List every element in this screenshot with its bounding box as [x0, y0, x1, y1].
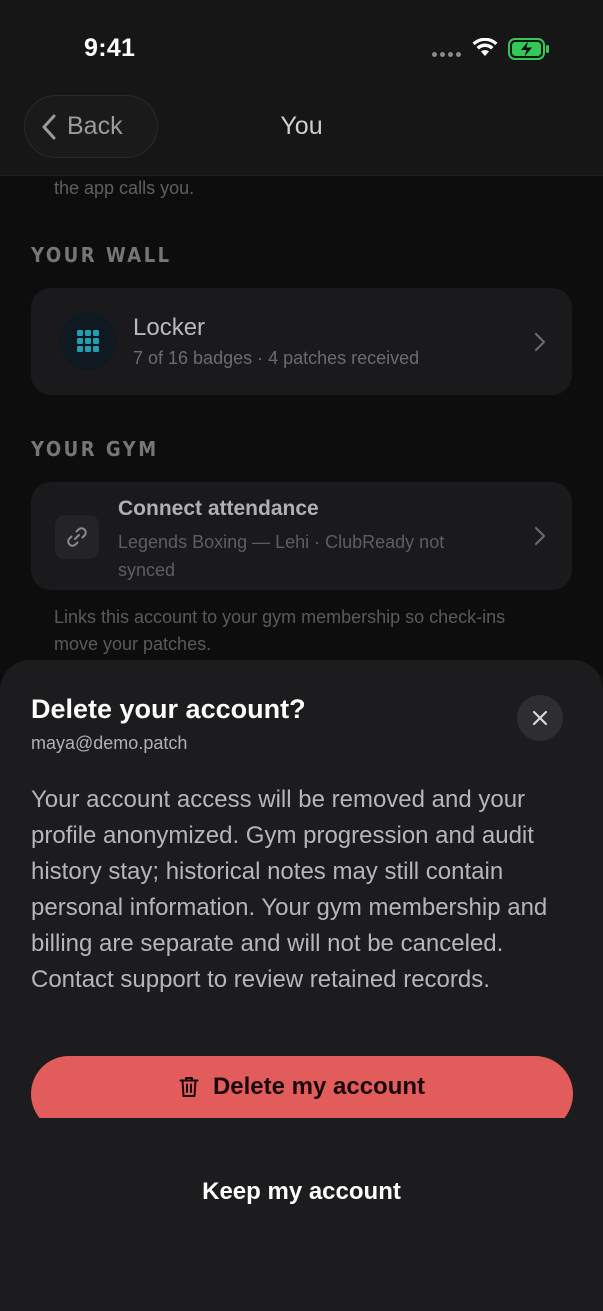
- grid-icon: [59, 312, 117, 370]
- close-icon: [532, 710, 548, 726]
- chevron-right-icon: [534, 332, 546, 352]
- cellular-signal-icon: [432, 52, 461, 57]
- locker-subtitle: 7 of 16 badges · 4 patches received: [133, 348, 420, 368]
- link-icon: [55, 515, 99, 559]
- delete-button-container: Delete my account: [31, 1056, 573, 1118]
- locker-card[interactable]: Locker 7 of 16 badges · 4 patches receiv…: [31, 288, 572, 395]
- connect-attendance-card[interactable]: Connect attendance Legends Boxing — Lehi…: [31, 482, 572, 590]
- wifi-icon: [472, 38, 498, 56]
- keep-account-button[interactable]: Keep my account: [0, 1178, 603, 1206]
- trash-icon: [179, 1077, 199, 1097]
- section-heading-wall: YOUR WALL: [31, 243, 172, 267]
- status-bar: 9:41: [0, 0, 603, 96]
- delete-account-sheet: Delete your account? maya@demo.patch You…: [0, 660, 603, 1311]
- sheet-body-text: Your account access will be removed and …: [31, 786, 548, 993]
- connect-subtitle: Legends Boxing — Lehi · ClubReady not sy…: [118, 532, 445, 580]
- section-heading-gym: YOUR GYM: [31, 437, 159, 461]
- locker-title: Locker: [133, 314, 206, 341]
- close-button[interactable]: [517, 695, 563, 741]
- account-email: maya@demo.patch: [31, 733, 188, 753]
- sheet-title: Delete your account?: [31, 694, 306, 724]
- battery-charging-icon: [508, 38, 549, 60]
- connect-help-text: Links this account to your gym membershi…: [54, 607, 506, 654]
- page-title: You: [280, 112, 323, 140]
- delete-button-label: Delete my account: [212, 1073, 426, 1100]
- delete-account-button[interactable]: Delete my account: [31, 1056, 573, 1118]
- status-time: 9:41: [84, 34, 136, 62]
- connect-title: Connect attendance: [118, 497, 319, 520]
- nav-bar: Back You: [0, 95, 603, 176]
- name-help-text: the app calls you.: [54, 178, 195, 198]
- chevron-right-icon: [534, 526, 546, 546]
